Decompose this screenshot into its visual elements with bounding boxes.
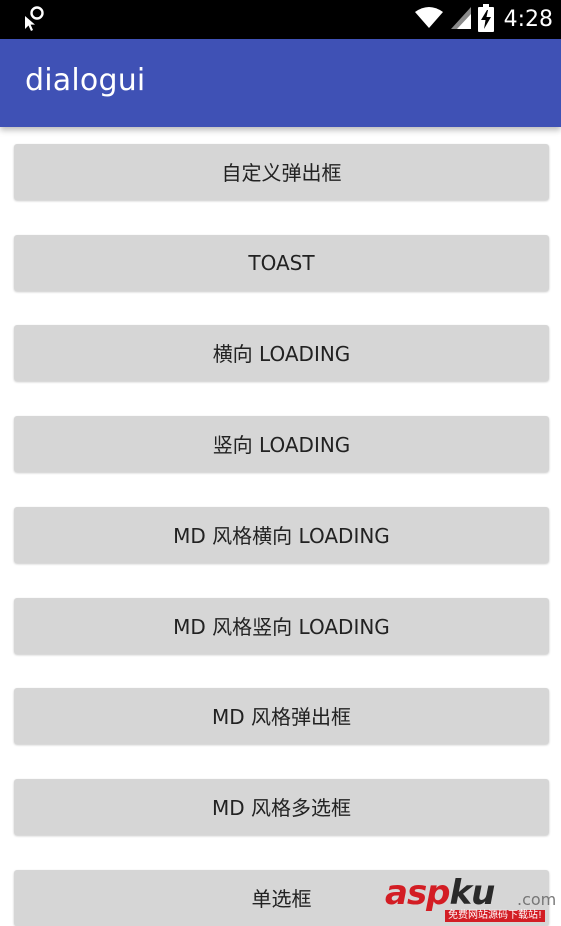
md-horizontal-loading-button[interactable]: MD 风格横向 LOADING	[14, 507, 549, 563]
notification-icon	[22, 4, 48, 32]
watermark-brand: aspku	[385, 873, 495, 913]
app-title: dialogui	[25, 63, 146, 98]
custom-dialog-button[interactable]: 自定义弹出框	[14, 144, 549, 200]
status-bar: 4:28	[0, 0, 561, 39]
status-icons: 4:28	[414, 0, 553, 39]
watermark-logo: aspku .com 免费网站源码下载站!	[385, 873, 557, 922]
app-bar: dialogui	[0, 39, 561, 127]
toast-button[interactable]: TOAST	[14, 235, 549, 291]
md-dialog-button[interactable]: MD 风格弹出框	[14, 688, 549, 744]
vertical-loading-button[interactable]: 竖向 LOADING	[14, 416, 549, 472]
watermark-tagline: 免费网站源码下载站!	[445, 910, 546, 922]
md-vertical-loading-button[interactable]: MD 风格竖向 LOADING	[14, 598, 549, 654]
watermark-suffix: .com	[517, 890, 557, 909]
horizontal-loading-button[interactable]: 横向 LOADING	[14, 325, 549, 381]
md-multi-select-button[interactable]: MD 风格多选框	[14, 779, 549, 835]
button-list: 自定义弹出框 TOAST 横向 LOADING 竖向 LOADING MD 风格…	[0, 127, 561, 926]
battery-charging-icon	[477, 3, 494, 36]
wifi-icon	[414, 6, 444, 34]
status-time: 4:28	[503, 7, 553, 32]
cellular-icon	[450, 6, 472, 34]
